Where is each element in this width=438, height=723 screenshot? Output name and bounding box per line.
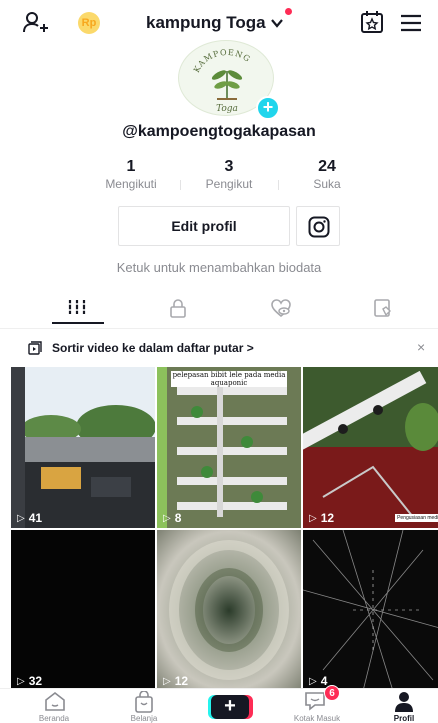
nav-shop[interactable]: Belanja	[100, 689, 188, 723]
video-caption: pelepasan bibit lele pada media aquaponi…	[171, 371, 287, 387]
avatar[interactable]: KAMPOENG Toga +	[178, 40, 280, 120]
view-count: ▷ 4	[309, 674, 328, 688]
account-switcher[interactable]: kampung Toga	[146, 8, 292, 36]
inbox-badge: 6	[324, 685, 340, 701]
close-icon[interactable]: ×	[417, 339, 425, 355]
nav-profile[interactable]: Profil	[360, 689, 438, 723]
svg-text:KAMPOENG: KAMPOENG	[192, 48, 252, 74]
account-name: kampung Toga	[146, 13, 266, 32]
video-thumbnail[interactable]: ▷ 41	[11, 367, 155, 528]
stat-following[interactable]: 1 Mengikuti	[86, 158, 176, 192]
playlist-prompt[interactable]: Sortir video ke dalam daftar putar > ×	[0, 338, 438, 362]
tab-private[interactable]	[123, 292, 233, 328]
inbox-icon	[305, 692, 325, 711]
menu-icon[interactable]	[400, 12, 422, 34]
stat-divider	[180, 180, 181, 190]
play-icon: ▷	[309, 512, 317, 524]
video-1-image	[11, 367, 155, 528]
svg-text:Toga: Toga	[216, 104, 238, 114]
tab-liked[interactable]	[225, 292, 335, 328]
create-button[interactable]: +	[208, 695, 253, 719]
tab-videos[interactable]	[22, 292, 132, 328]
add-user-icon[interactable]	[22, 10, 48, 36]
view-count: ▷ 12	[309, 511, 335, 525]
video-thumbnail[interactable]: ▷ 32	[11, 530, 155, 691]
grid-icon	[67, 300, 87, 314]
home-icon	[45, 691, 65, 711]
tab-active-indicator	[52, 322, 104, 324]
video-thumbnail[interactable]: Pengusiasan media ▷ 12	[303, 367, 438, 528]
video-3-image	[303, 367, 438, 528]
nav-home[interactable]: Beranda	[10, 689, 98, 723]
video-caption: Pengusiasan media	[395, 514, 438, 522]
profile-tabs	[0, 292, 438, 328]
lock-icon	[170, 299, 186, 318]
tabs-divider	[0, 328, 438, 329]
stat-likes[interactable]: 24 Suka	[282, 158, 372, 192]
heart-hidden-icon	[271, 299, 291, 318]
video-thumbnail[interactable]: ▷ 12	[157, 530, 301, 691]
bookmark-icon	[374, 299, 391, 317]
view-count: ▷ 8	[163, 511, 182, 525]
instagram-button[interactable]	[296, 206, 340, 246]
view-count: ▷ 32	[17, 674, 43, 688]
video-5-image	[157, 530, 301, 691]
notification-dot	[284, 8, 292, 15]
stat-divider	[278, 180, 279, 190]
play-icon: ▷	[163, 675, 171, 687]
play-icon: ▷	[17, 512, 25, 524]
coin-icon[interactable]: Rp	[78, 12, 100, 34]
video-2-image	[157, 367, 301, 528]
plus-icon: +	[211, 695, 249, 719]
video-4-image	[11, 530, 155, 691]
shopping-bag-icon	[135, 691, 153, 713]
profile-handle: @kampoengtogakapasan	[122, 123, 316, 140]
add-avatar-button[interactable]: +	[256, 96, 280, 120]
profile-stats: 1 Mengikuti 3 Pengikut 24 Suka	[86, 158, 376, 194]
stat-followers[interactable]: 3 Pengikut	[184, 158, 274, 192]
tab-favorites[interactable]	[327, 292, 437, 328]
edit-profile-button[interactable]: Edit profil	[118, 206, 290, 246]
chevron-down-icon	[270, 19, 283, 28]
calendar-star-icon[interactable]	[360, 10, 384, 34]
playlist-prompt-label: Sortir video ke dalam daftar putar >	[52, 341, 254, 355]
instagram-icon	[308, 216, 330, 238]
play-icon: ▷	[17, 675, 25, 687]
view-count: ▷ 12	[163, 674, 189, 688]
video-6-image	[303, 530, 438, 691]
video-thumbnail[interactable]: pelepasan bibit lele pada media aquaponi…	[157, 367, 301, 528]
view-count: ▷ 41	[17, 511, 43, 525]
video-thumbnail[interactable]: ▷ 4	[303, 530, 438, 691]
play-icon: ▷	[163, 512, 171, 524]
play-icon: ▷	[309, 675, 317, 687]
profile-icon	[395, 692, 413, 712]
bottom-nav: Beranda Belanja + Kotak Masuk 6 Profil	[0, 685, 438, 723]
video-grid: ▷ 41 pelepasan bibit lele pada media aqua…	[11, 367, 438, 691]
add-bio-link[interactable]: Ketuk untuk menambahkan biodata	[0, 260, 438, 275]
playlist-icon	[28, 341, 42, 355]
